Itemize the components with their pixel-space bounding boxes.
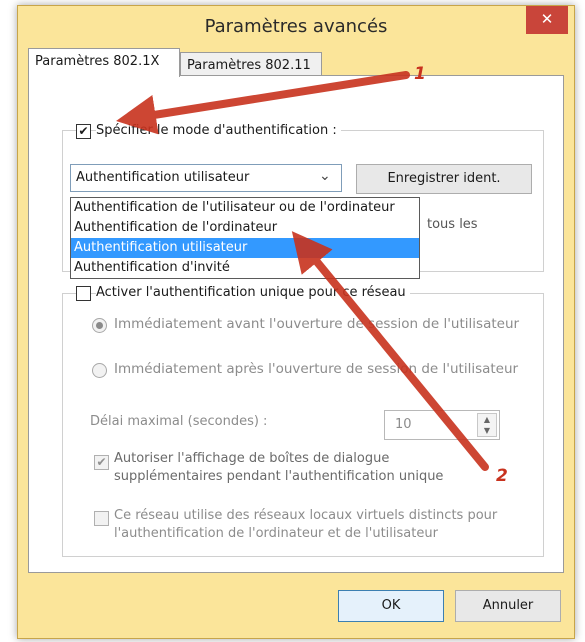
before-logon-label: Immédiatement avant l'ouverture de sessi…: [114, 316, 520, 332]
enable-sso-label: Activer l'authentification unique pour c…: [96, 285, 410, 300]
option-user-or-computer[interactable]: Authentification de l'utilisateur ou de …: [71, 198, 419, 218]
allow-dialogs-label-line2: supplémentaires pendant l'authentificati…: [114, 469, 444, 484]
option-guest[interactable]: Authentification d'invité: [71, 258, 419, 278]
annotation-marker-1: 1: [414, 64, 426, 84]
max-delay-value: 10: [395, 417, 412, 432]
enable-sso-checkbox[interactable]: [76, 286, 91, 301]
save-credentials-button[interactable]: Enregistrer ident.: [356, 164, 532, 194]
after-logon-label: Immédiatement après l'ouverture de sessi…: [114, 361, 519, 377]
close-button[interactable]: ✕: [526, 6, 568, 34]
tab-8021x[interactable]: Paramètres 802.1X: [28, 48, 180, 77]
before-logon-radio[interactable]: [92, 318, 107, 333]
max-delay-spinner[interactable]: 10 ▲ ▼: [384, 410, 500, 440]
tab-80211[interactable]: Paramètres 802.11: [180, 52, 322, 77]
allow-dialogs-label-line1: Autoriser l'affichage de boîtes de dialo…: [114, 451, 390, 466]
close-icon: ✕: [540, 10, 554, 28]
specify-auth-mode-label: Spécifier le mode d'authentification :: [96, 123, 341, 138]
auth-mode-dropdown-list: Authentification de l'utilisateur ou de …: [70, 197, 420, 279]
vlan-label-line2: l'authentification de l'ordinateur et de…: [114, 526, 438, 541]
option-computer[interactable]: Authentification de l'ordinateur: [71, 218, 419, 238]
option-user[interactable]: Authentification utilisateur: [71, 238, 419, 258]
auth-mode-value: Authentification utilisateur: [76, 170, 250, 185]
annotation-marker-2: 2: [496, 466, 508, 486]
auth-mode-combobox[interactable]: Authentification utilisateur ⌄: [70, 164, 342, 192]
allow-dialogs-checkbox[interactable]: ✔: [94, 455, 109, 470]
cancel-button[interactable]: Annuler: [455, 590, 561, 622]
ok-button[interactable]: OK: [338, 590, 444, 622]
vlan-checkbox[interactable]: [94, 511, 109, 526]
chevron-down-icon: ⌄: [319, 168, 331, 184]
vlan-label-line1: Ce réseau utilise des réseaux locaux vir…: [114, 508, 498, 523]
after-logon-radio[interactable]: [92, 363, 107, 378]
max-delay-label: Délai maximal (secondes) :: [90, 414, 268, 429]
window-title: Paramètres avancés: [204, 16, 388, 37]
partial-obscured-text: tous les: [427, 217, 478, 232]
spinner-arrows-icon[interactable]: ▲ ▼: [477, 413, 497, 437]
specify-auth-mode-checkbox[interactable]: ✔: [76, 124, 91, 139]
